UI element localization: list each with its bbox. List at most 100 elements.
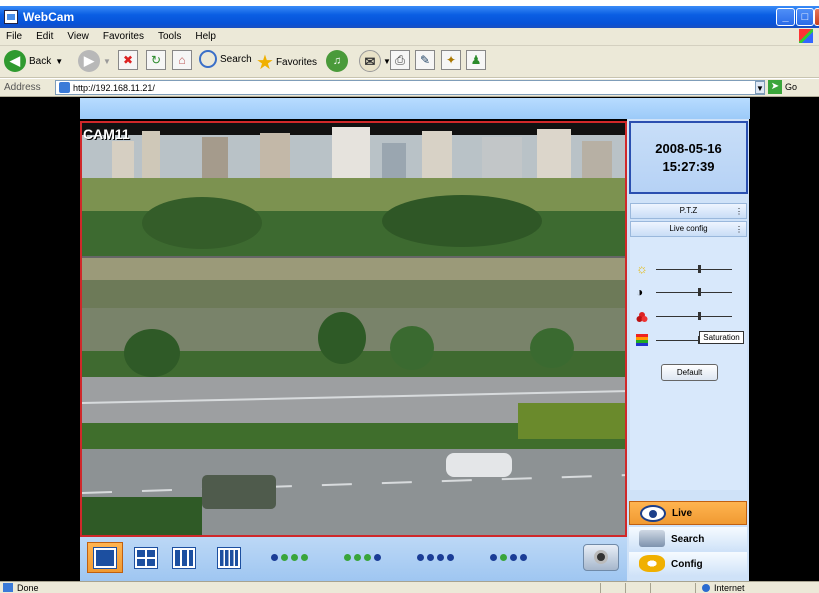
stop-button[interactable]: ✖ — [118, 50, 138, 70]
star-icon: ★ — [256, 52, 274, 74]
layout-1-button[interactable] — [87, 542, 123, 573]
channel-dot[interactable] — [426, 554, 434, 561]
hue-slider-thumb[interactable] — [698, 312, 701, 320]
gear-icon — [639, 555, 665, 572]
brightness-slider-track[interactable] — [656, 269, 732, 270]
layout-1-icon — [93, 546, 117, 569]
channel-dot[interactable] — [300, 554, 308, 561]
channel-dot[interactable] — [353, 554, 361, 561]
channel-dot[interactable] — [343, 554, 351, 561]
tab-ptz-label: P.T.Z — [679, 206, 698, 215]
favorites-label: Favorites — [275, 57, 318, 68]
layout-4-icon — [134, 546, 158, 569]
edit-button[interactable]: ✎ — [415, 50, 435, 70]
print-button[interactable]: ⎙ — [390, 50, 410, 70]
contrast-slider-track[interactable] — [656, 292, 732, 293]
menu-file[interactable]: File — [6, 31, 22, 42]
brightness-icon: ☼ — [636, 261, 648, 276]
messenger-button[interactable]: ♟ — [466, 50, 486, 70]
layout-16-icon — [217, 546, 241, 569]
channel-group-3 — [415, 554, 455, 561]
eye-icon — [640, 505, 666, 522]
status-bar: Done Internet — [0, 581, 819, 593]
discuss-icon: ✦ — [441, 50, 461, 70]
back-button[interactable]: ◀ Back ▼ — [4, 50, 63, 72]
saturation-tooltip: Saturation — [699, 331, 744, 344]
history-button[interactable]: ✉ ▼ — [359, 50, 391, 72]
menu-favorites[interactable]: Favorites — [103, 31, 144, 42]
default-button[interactable]: Default — [661, 364, 718, 381]
channel-dot[interactable] — [290, 554, 298, 561]
channel-dot[interactable] — [436, 554, 444, 561]
layout-9-button[interactable] — [166, 542, 202, 573]
menu-tools[interactable]: Tools — [158, 31, 181, 42]
camera-icon — [594, 550, 608, 564]
layout-9-icon — [172, 546, 196, 569]
channel-dot[interactable] — [509, 554, 517, 561]
minimize-button[interactable]: _ — [776, 8, 795, 26]
address-label: Address — [4, 82, 41, 93]
camera-label: CAM11 — [83, 126, 130, 142]
channel-dot[interactable] — [499, 554, 507, 561]
channel-dot[interactable] — [363, 554, 371, 561]
layout-16-button[interactable] — [211, 542, 247, 573]
menu-edit[interactable]: Edit — [36, 31, 53, 42]
layout-4-button[interactable] — [128, 542, 164, 573]
saturation-slider-track[interactable] — [656, 340, 700, 341]
channel-dot[interactable] — [270, 554, 278, 561]
channel-group-1 — [269, 554, 309, 561]
tab-ptz[interactable]: P.T.Z ⋮ — [630, 203, 747, 219]
menu-view[interactable]: View — [67, 31, 89, 42]
home-icon: ⌂ — [172, 50, 192, 70]
window-title: WebCam — [23, 10, 75, 24]
nav-search-label: Search — [671, 533, 705, 545]
contrast-icon: ◑ — [636, 285, 644, 299]
favorites-button[interactable]: ★ Favorites — [256, 50, 317, 75]
go-button[interactable]: ➤ Go — [768, 80, 797, 94]
tab-live-config[interactable]: Live config ⋮ — [630, 221, 747, 237]
forward-dropdown-icon[interactable]: ▼ — [103, 57, 111, 66]
window-titlebar: WebCam — [0, 6, 819, 28]
tab-live-config-handle-icon: ⋮ — [735, 225, 743, 234]
print-icon: ⎙ — [390, 50, 410, 70]
address-input[interactable]: http://192.168.11.21/ — [55, 80, 765, 95]
brightness-slider-thumb[interactable] — [698, 265, 701, 273]
page-icon — [59, 82, 70, 93]
hue-slider-track[interactable] — [656, 316, 732, 317]
channel-dot[interactable] — [416, 554, 424, 561]
menu-bar: File Edit View Favorites Tools Help — [0, 28, 819, 46]
status-divider — [600, 583, 601, 593]
media-button[interactable]: ♫ — [326, 50, 348, 72]
channel-dot[interactable] — [280, 554, 288, 561]
channel-dot[interactable] — [519, 554, 527, 561]
home-button[interactable]: ⌂ — [172, 50, 192, 70]
contrast-slider-thumb[interactable] — [698, 288, 701, 296]
window-app-icon — [4, 10, 18, 24]
nav-search-button[interactable]: Search — [629, 527, 747, 551]
refresh-button[interactable]: ↻ — [146, 50, 166, 70]
page-status-icon — [3, 583, 13, 592]
back-label: Back — [29, 55, 52, 67]
maximize-button[interactable]: □ — [796, 8, 814, 26]
address-dropdown-icon[interactable]: ▼ — [755, 81, 765, 94]
windows-logo-icon — [799, 29, 813, 43]
menu-help[interactable]: Help — [195, 31, 216, 42]
back-dropdown-icon[interactable]: ▼ — [55, 57, 63, 66]
forward-button[interactable]: ▶ ▼ — [78, 50, 111, 72]
nav-live-button[interactable]: Live — [629, 501, 747, 525]
channel-dot[interactable] — [373, 554, 381, 561]
snapshot-button[interactable] — [583, 544, 619, 571]
status-text: Done — [17, 582, 39, 593]
channel-dot[interactable] — [446, 554, 454, 561]
live-video-view[interactable] — [80, 121, 627, 537]
discuss-button[interactable]: ✦ — [441, 50, 461, 70]
nav-config-button[interactable]: Config — [629, 552, 747, 576]
close-button[interactable] — [814, 8, 819, 26]
media-icon: ♫ — [326, 50, 348, 72]
zone-text: Internet — [714, 583, 745, 593]
go-label: Go — [785, 82, 798, 92]
nav-config-label: Config — [671, 558, 703, 570]
channel-dot[interactable] — [489, 554, 497, 561]
search-toolbar-button[interactable]: Search — [199, 50, 252, 68]
tab-live-config-label: Live config — [669, 224, 708, 233]
